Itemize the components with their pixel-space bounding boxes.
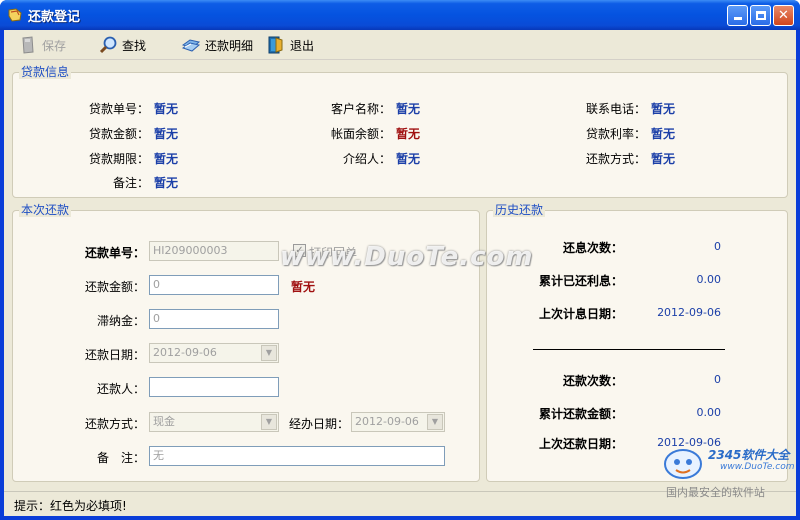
logo-url-text: www.DuoTe.com bbox=[720, 462, 795, 472]
balance-value: 暂无 bbox=[396, 127, 421, 141]
repay-amount-label: 还款金额： bbox=[84, 280, 145, 294]
interest-count-value: 0 bbox=[714, 240, 721, 253]
duote-watermark: www.DuoTe.com bbox=[280, 242, 534, 272]
repay-no-label: 还款单号： bbox=[84, 246, 145, 260]
exit-button[interactable]: 退出 bbox=[266, 34, 314, 56]
introducer-value: 暂无 bbox=[396, 152, 421, 166]
dropdown-arrow-icon[interactable]: ▼ bbox=[261, 414, 277, 430]
rate-label: 贷款利率： bbox=[585, 127, 646, 141]
handle-date-label: 经办日期： bbox=[288, 417, 349, 431]
minimize-icon bbox=[733, 17, 742, 20]
repay-total-label: 累计还款金额： bbox=[538, 407, 623, 421]
phone-label: 联系电话： bbox=[585, 102, 646, 116]
exit-door-icon bbox=[268, 36, 283, 54]
loan-no-label: 贷款单号： bbox=[88, 102, 149, 116]
repay-amount-hint: 暂无 bbox=[291, 280, 316, 294]
handle-date-picker[interactable]: 2012-09-06 ▼ bbox=[351, 412, 445, 432]
repay-total-value: 0.00 bbox=[696, 406, 722, 419]
repay-date-picker[interactable]: 2012-09-06 ▼ bbox=[149, 343, 279, 363]
balance-label: 帐面余额： bbox=[330, 127, 391, 141]
loan-info-group: 贷款信息 贷款单号： 暂无 客户名称： 暂无 联系电话： 暂无 贷款金额： 暂无… bbox=[12, 65, 788, 198]
last-interest-date-value: 2012-09-06 bbox=[657, 306, 721, 319]
save-icon bbox=[22, 36, 34, 54]
note-label: 备注： bbox=[112, 176, 149, 190]
window-title: 还款登记 bbox=[28, 10, 81, 25]
logo-2345: 2345软件大全 www.DuoTe.com 国内最安全的软件站 bbox=[660, 440, 796, 500]
repay-amount-field[interactable]: 0 bbox=[149, 275, 279, 295]
method-label: 还款方式： bbox=[84, 417, 145, 431]
minimize-button[interactable] bbox=[727, 5, 748, 26]
payer-label: 还款人： bbox=[96, 382, 145, 396]
term-value: 暂无 bbox=[154, 152, 179, 166]
close-button[interactable]: ✕ bbox=[773, 5, 794, 26]
logo-brand-text: 2345软件大全 bbox=[708, 448, 790, 462]
phone-value: 暂无 bbox=[651, 102, 676, 116]
exit-label: 退出 bbox=[290, 38, 315, 53]
remark-label: 备 注： bbox=[96, 451, 145, 465]
interest-total-value: 0.00 bbox=[696, 273, 722, 286]
amount-value: 暂无 bbox=[154, 127, 179, 141]
app-icon bbox=[8, 8, 22, 22]
magnifier-icon bbox=[99, 36, 117, 54]
customer-label: 客户名称： bbox=[330, 102, 391, 116]
late-fee-label: 滞纳金： bbox=[96, 314, 145, 328]
maximize-button[interactable] bbox=[750, 5, 771, 26]
dropdown-arrow-icon[interactable]: ▼ bbox=[261, 345, 277, 361]
repay-method-value: 暂无 bbox=[651, 152, 676, 166]
loan-no-value: 暂无 bbox=[154, 102, 179, 116]
save-label: 保存 bbox=[42, 38, 67, 53]
repay-count-label: 还款次数： bbox=[562, 374, 623, 388]
search-button[interactable]: 查找 bbox=[98, 34, 146, 56]
repay-date-value: 2012-09-06 bbox=[153, 346, 217, 359]
introducer-label: 介绍人： bbox=[342, 152, 391, 166]
title-bar[interactable]: 还款登记 ✕ bbox=[0, 0, 800, 30]
current-repay-title: 本次还款 bbox=[19, 203, 72, 217]
detail-icon bbox=[181, 39, 201, 52]
method-select[interactable]: 现金 ▼ bbox=[149, 412, 279, 432]
customer-value: 暂无 bbox=[396, 102, 421, 116]
handle-date-value: 2012-09-06 bbox=[355, 415, 419, 428]
last-repay-date-label: 上次还款日期： bbox=[538, 437, 623, 451]
app-window: 还款登记 ✕ 保存 查找 还款明细 退出 贷款信息 贷款单号： 暂无 客户名称：… bbox=[0, 0, 800, 520]
repay-detail-label: 还款明细 bbox=[205, 38, 254, 53]
note-value: 暂无 bbox=[154, 176, 179, 190]
history-title: 历史还款 bbox=[493, 203, 546, 217]
repay-no-field[interactable]: HI209000003 bbox=[149, 241, 279, 261]
rate-value: 暂无 bbox=[651, 127, 676, 141]
logo-slogan-text: 国内最安全的软件站 bbox=[666, 486, 765, 499]
loan-info-title: 贷款信息 bbox=[19, 65, 72, 79]
remark-field[interactable]: 无 bbox=[149, 446, 445, 466]
method-value: 现金 bbox=[153, 415, 175, 428]
toolbar: 保存 查找 还款明细 退出 bbox=[4, 30, 796, 60]
close-icon: ✕ bbox=[778, 8, 789, 23]
dropdown-arrow-icon[interactable]: ▼ bbox=[427, 414, 443, 430]
late-fee-field[interactable]: 0 bbox=[149, 309, 279, 329]
last-interest-date-label: 上次计息日期： bbox=[538, 307, 623, 321]
mascot-icon bbox=[664, 449, 702, 479]
repay-count-value: 0 bbox=[714, 373, 721, 386]
save-button[interactable]: 保存 bbox=[18, 34, 66, 56]
repay-method-label: 还款方式： bbox=[585, 152, 646, 166]
repay-detail-button[interactable]: 还款明细 bbox=[181, 34, 253, 56]
payer-field[interactable] bbox=[149, 377, 279, 397]
history-divider bbox=[533, 349, 725, 350]
term-label: 贷款期限： bbox=[88, 152, 149, 166]
maximize-icon bbox=[755, 11, 766, 20]
repay-date-label: 还款日期： bbox=[84, 348, 145, 362]
status-text: 提示：红色为必填项! bbox=[14, 499, 127, 513]
search-label: 查找 bbox=[122, 38, 147, 53]
amount-label: 贷款金额： bbox=[88, 127, 149, 141]
interest-total-label: 累计已还利息： bbox=[538, 274, 623, 288]
